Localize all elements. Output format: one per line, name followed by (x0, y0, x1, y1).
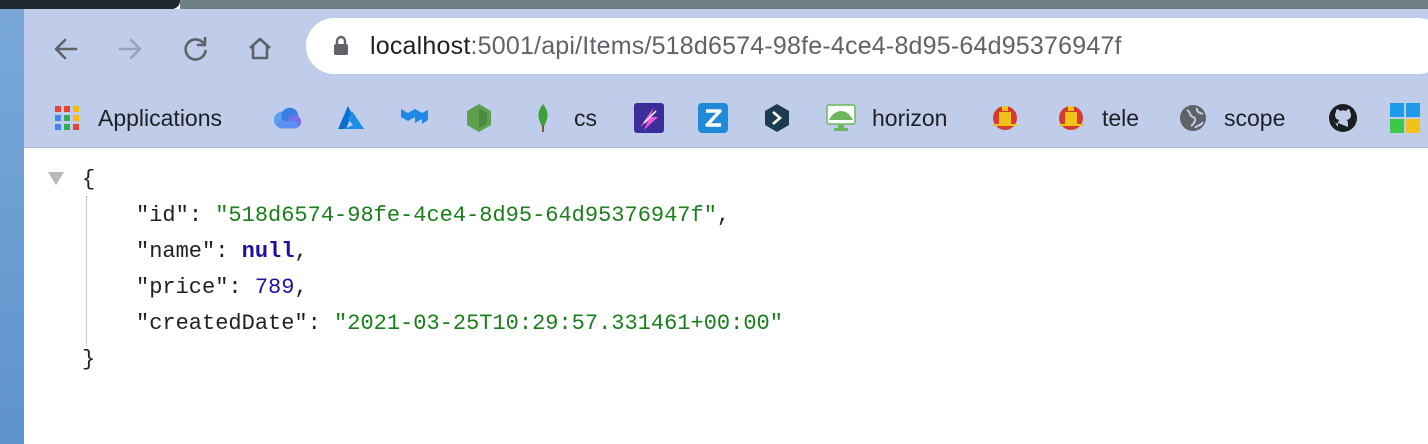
github-icon (1328, 103, 1358, 133)
tab-strip-dark (0, 0, 180, 9)
globe-icon (1178, 103, 1208, 133)
desktop-edge (0, 0, 24, 444)
json-field-id: "id": "518d6574-98fe-4ce4-8d95-64d953769… (136, 203, 731, 228)
lock-icon[interactable] (330, 35, 352, 57)
arrow-chevron-icon (762, 103, 792, 133)
cloud-icon (272, 103, 302, 133)
json-key: "id" (136, 203, 189, 228)
bookmark-z[interactable] (698, 89, 728, 147)
home-icon (249, 37, 271, 60)
bookmark-mui[interactable] (400, 89, 430, 147)
back-button[interactable] (48, 31, 84, 67)
bookmark-crest[interactable] (990, 89, 1020, 147)
nodejs-icon (464, 103, 494, 133)
collapse-toggle-icon[interactable] (48, 172, 64, 185)
apps-grid-icon (52, 103, 82, 133)
bookmark-cloud[interactable] (272, 89, 302, 147)
windows-icon (1390, 103, 1420, 133)
home-button[interactable] (242, 31, 278, 67)
json-value: "2021-03-25T10:29:57.331461+00:00" (334, 311, 783, 336)
json-key: "name" (136, 239, 216, 264)
json-viewer: { "id": "518d6574-98fe-4ce4-8d95-64d9537… (24, 148, 1428, 444)
bookmark-windows[interactable] (1390, 89, 1420, 147)
bookmark-node[interactable] (464, 89, 494, 147)
url-text[interactable]: localhost:5001/api/Items/518d6574-98fe-4… (370, 32, 1122, 61)
json-value: null (241, 239, 295, 264)
azure-icon (336, 103, 366, 133)
json-field-name: "name": null, (136, 239, 308, 264)
json-key: "createdDate" (136, 311, 308, 336)
mui-icon (400, 103, 430, 133)
lightning-icon (634, 103, 664, 133)
bookmark-label: cs (574, 104, 597, 131)
bookmark-chevron[interactable] (762, 89, 792, 147)
arrow-right-icon (118, 38, 142, 60)
json-key: "price" (136, 275, 229, 300)
arrow-left-icon (54, 38, 78, 60)
json-close-brace: } (82, 347, 96, 372)
json-open-brace: { (82, 167, 96, 192)
url-host: localhost (370, 31, 471, 60)
forward-button[interactable] (112, 31, 148, 67)
tab-strip (180, 0, 1428, 9)
z-icon (698, 103, 728, 133)
json-value: 789 (254, 275, 295, 300)
horizon-icon (826, 103, 856, 133)
json-field-price: "price": 789, (136, 275, 308, 300)
bookmarks-bar: Applications cs horizon tele scope (24, 89, 1428, 148)
bookmark-azure[interactable] (336, 89, 366, 147)
reload-button[interactable] (178, 31, 214, 67)
crest-icon (1056, 103, 1086, 133)
json-field-createddate: "createdDate": "2021-03-25T10:29:57.3314… (136, 311, 783, 336)
bookmark-scope[interactable]: scope (1178, 89, 1285, 147)
bookmark-lightning[interactable] (634, 89, 664, 147)
json-value: "518d6574-98fe-4ce4-8d95-64d95376947f" (215, 203, 717, 228)
url-path: :5001/api/Items/518d6574-98fe-4ce4-8d95-… (470, 31, 1122, 60)
bookmark-applications[interactable]: Applications (52, 89, 222, 147)
bookmark-horizon[interactable]: horizon (826, 89, 947, 147)
bookmark-label: Applications (98, 104, 223, 131)
bookmark-cs[interactable]: cs (528, 89, 597, 147)
crest-icon (990, 103, 1020, 133)
browser-toolbar: localhost:5001/api/Items/518d6574-98fe-4… (24, 9, 1428, 89)
reload-icon (184, 36, 207, 61)
bookmark-label: scope (1224, 104, 1286, 131)
mongodb-leaf-icon (528, 103, 558, 133)
bookmark-label: tele (1102, 104, 1140, 131)
bookmark-github[interactable] (1328, 89, 1358, 147)
address-bar[interactable]: localhost:5001/api/Items/518d6574-98fe-4… (306, 18, 1428, 74)
bookmark-tele[interactable]: tele (1056, 89, 1139, 147)
indent-guide (86, 196, 87, 346)
bookmark-label: horizon (872, 104, 948, 131)
